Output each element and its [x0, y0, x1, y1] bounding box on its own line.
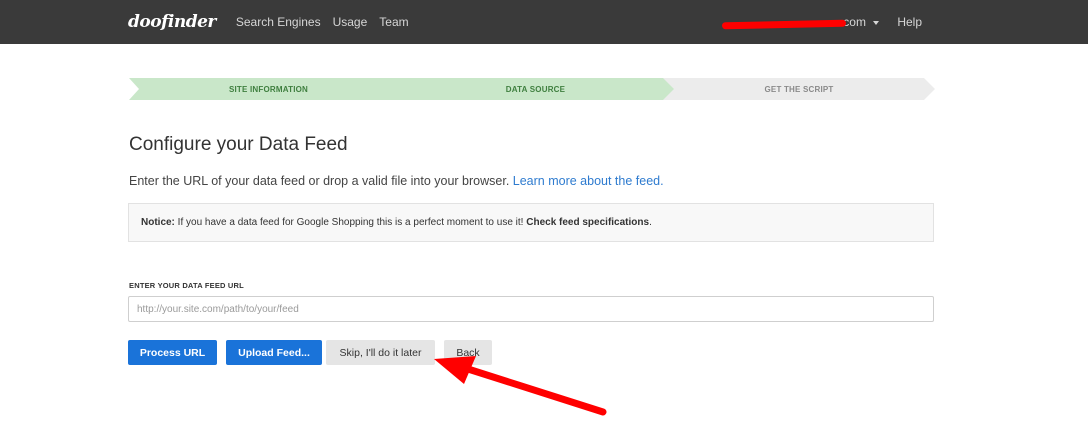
nav-link-team[interactable]: Team [379, 15, 408, 29]
back-button[interactable]: Back [444, 340, 492, 365]
step-label: DATA SOURCE [505, 84, 566, 94]
notice-text: If you have a data feed for Google Shopp… [174, 217, 527, 228]
page-title: Configure your Data Feed [129, 134, 348, 155]
intro-text: Enter the URL of your data feed or drop … [129, 174, 664, 188]
step-get-the-script: GET THE SCRIPT [663, 78, 935, 100]
upload-feed-button[interactable]: Upload Feed... [226, 340, 322, 365]
step-data-source: DATA SOURCE [396, 78, 675, 100]
notice-box: Notice: If you have a data feed for Goog… [128, 203, 934, 242]
nav-link-help[interactable]: Help [897, 15, 922, 29]
wizard-steps: SITE INFORMATION DATA SOURCE GET THE SCR… [129, 78, 935, 100]
nav-link-search-engines[interactable]: Search Engines [236, 15, 321, 29]
step-label: GET THE SCRIPT [764, 84, 834, 94]
top-navbar: doofinder Search Engines Usage Team .com… [0, 0, 1088, 44]
brand-logo[interactable]: doofinder [128, 12, 216, 32]
check-feed-specifications-link[interactable]: Check feed specifications [526, 217, 649, 228]
step-site-information: SITE INFORMATION [129, 78, 408, 100]
nav-link-usage[interactable]: Usage [333, 15, 368, 29]
step-label: SITE INFORMATION [228, 84, 309, 94]
chevron-down-icon [873, 20, 880, 25]
navbar-right: .com Help [840, 15, 934, 29]
skip-button[interactable]: Skip, I'll do it later [326, 340, 435, 365]
feed-url-label: ENTER YOUR DATA FEED URL [129, 281, 244, 290]
feed-url-input[interactable] [128, 296, 934, 322]
intro-text-body: Enter the URL of your data feed or drop … [129, 174, 513, 188]
notice-label: Notice: [141, 217, 175, 228]
notice-end: . [649, 217, 652, 228]
process-url-button[interactable]: Process URL [128, 340, 217, 365]
learn-more-link[interactable]: Learn more about the feed. [513, 174, 664, 188]
